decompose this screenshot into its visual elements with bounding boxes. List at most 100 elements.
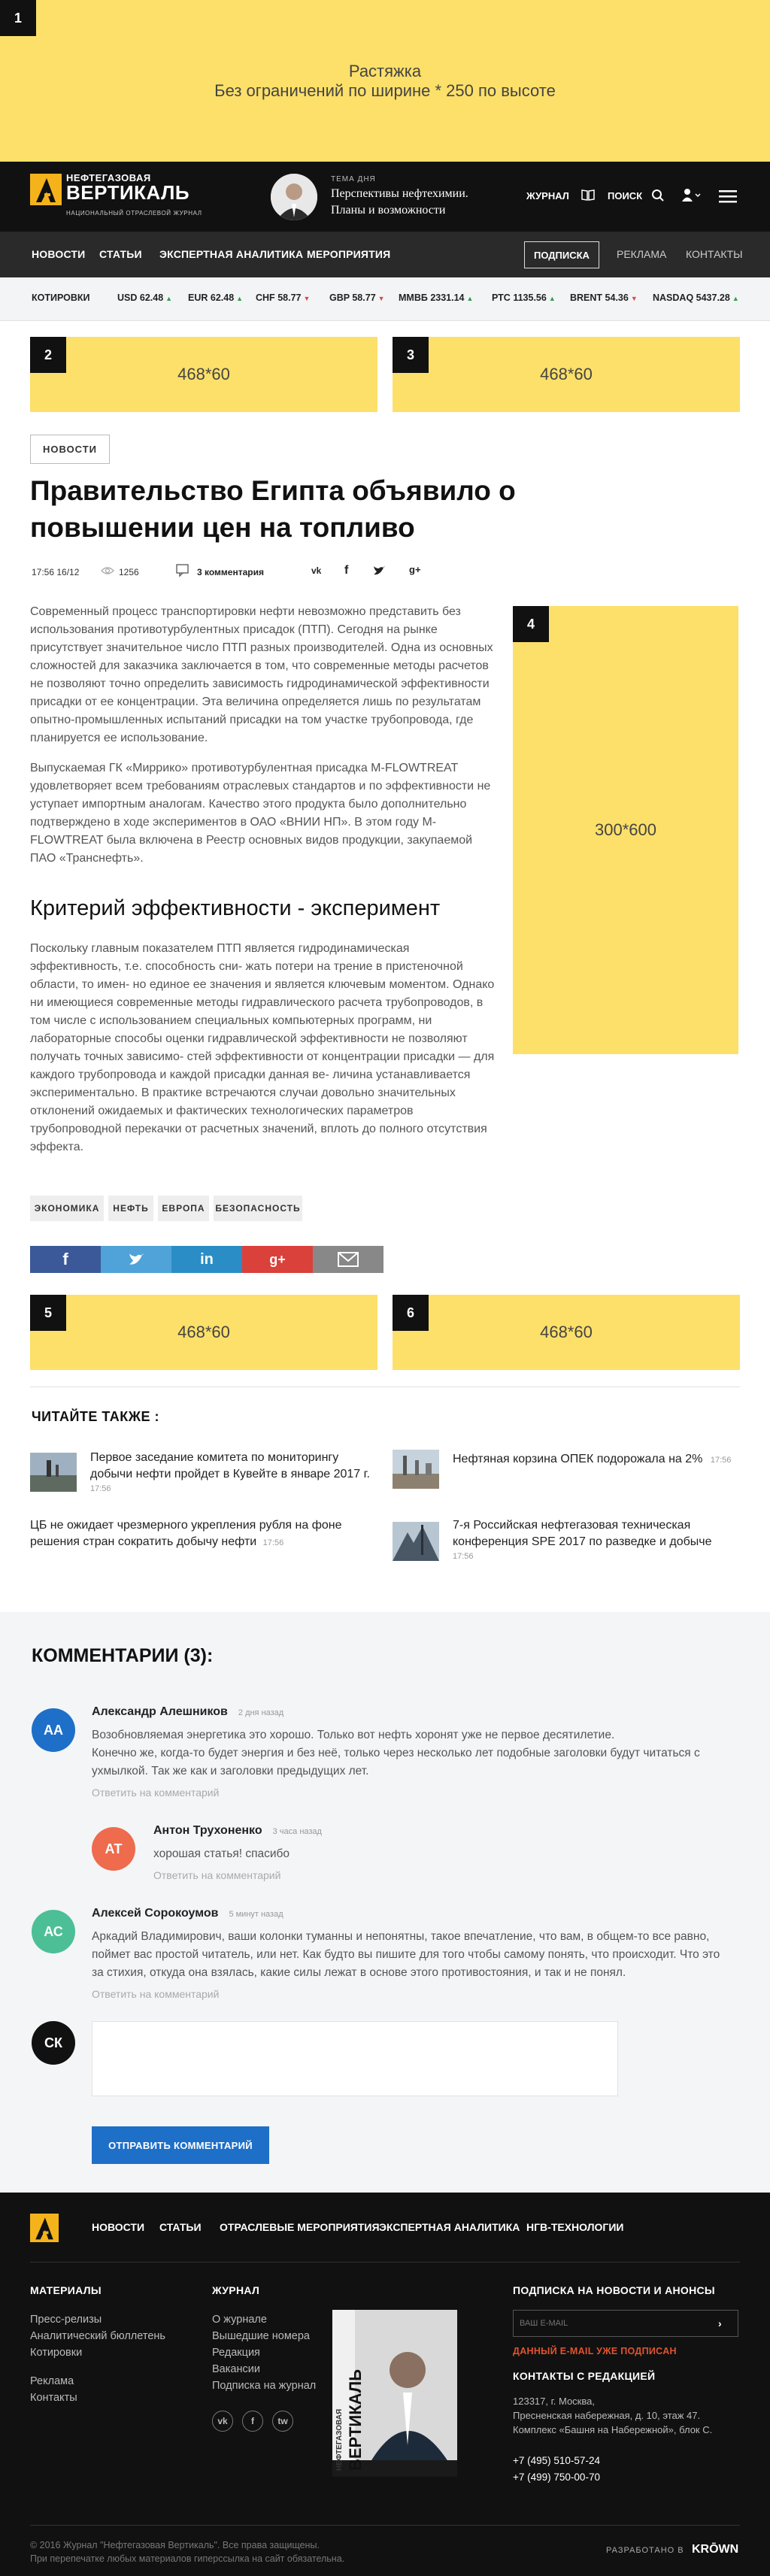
phone[interactable]: +7 (499) 750-00-70	[513, 2469, 600, 2486]
comment-author-name[interactable]: Антон Трухоненко	[153, 1824, 262, 1837]
quote-item[interactable]: GBP 58.77 ▼	[329, 292, 385, 303]
avatar[interactable]: АА	[32, 1708, 75, 1752]
related-title[interactable]: 7-я Российская нефтегазовая техническая …	[453, 1517, 740, 1550]
reply-link[interactable]: Ответить на комментарий	[92, 1988, 219, 2000]
reply-link[interactable]: Ответить на комментарий	[92, 1787, 219, 1799]
ad-banner-2[interactable]: 2 468*60	[30, 337, 377, 412]
comments-link[interactable]: 3 комментария	[197, 567, 264, 577]
keyword-tag[interactable]: БЕЗОПАСНОСТЬ	[214, 1196, 302, 1221]
theme-avatar[interactable]	[271, 174, 317, 220]
footer-nav-articles[interactable]: СТАТЬИ	[159, 2221, 202, 2233]
nav-news[interactable]: НОВОСТИ	[32, 248, 85, 260]
vk-icon[interactable]: vk	[311, 565, 321, 576]
avatar[interactable]: АТ	[92, 1827, 135, 1871]
related-title[interactable]: Первое заседание комитета по мониторингу…	[90, 1450, 380, 1483]
footer-link[interactable]: Вышедшие номера	[212, 2328, 310, 2344]
footer-link[interactable]: Контакты	[30, 2390, 77, 2406]
ad-banner-4[interactable]: 4 300*600	[513, 606, 738, 1054]
related-item[interactable]: 7-я Российская нефтегазовая техническая …	[453, 1517, 740, 1561]
footer-link[interactable]: Подписка на журнал	[212, 2377, 316, 2394]
comment-author[interactable]: Алексей Сорокоумов 5 минут назад	[92, 1907, 283, 1920]
nav-ads[interactable]: РЕКЛАМА	[617, 248, 666, 260]
theme-title[interactable]: Перспективы нефтехимии. Планы и возможно…	[331, 186, 496, 219]
phone[interactable]: +7 (495) 510-57-24	[513, 2453, 600, 2469]
vk-icon[interactable]: vk	[212, 2411, 233, 2432]
comment-author-name[interactable]: Алексей Сорокоумов	[92, 1907, 218, 1920]
nav-analytics[interactable]: ЭКСПЕРТНАЯ АНАЛИТИКА	[159, 248, 303, 260]
footer-link[interactable]: Пресс-релизы	[30, 2311, 102, 2328]
twitter-icon[interactable]: tw	[272, 2411, 293, 2432]
related-title[interactable]: Нефтяная корзина ОПЕК подорожала на 2%	[453, 1453, 702, 1465]
search-link[interactable]: ПОИСК	[608, 190, 642, 202]
quote-item[interactable]: EUR 62.48 ▲	[188, 292, 243, 303]
googleplus-icon[interactable]: g+	[409, 564, 421, 575]
logo-title[interactable]: ВЕРТИКАЛЬ	[66, 181, 189, 205]
arrow-right-icon[interactable]: ›	[718, 2317, 722, 2329]
ad-banner-3[interactable]: 3 468*60	[393, 337, 740, 412]
footer-link[interactable]: Вакансии	[212, 2361, 260, 2377]
quote-item[interactable]: NASDAQ 5437.28 ▲	[653, 292, 739, 303]
related-title[interactable]: ЦБ не ожидает чрезмерного укрепления руб…	[30, 1519, 342, 1548]
facebook-icon[interactable]: f	[242, 2411, 263, 2432]
email-input[interactable]	[514, 2311, 709, 2336]
comment-author[interactable]: Александр Алешников 2 дня назад	[92, 1705, 283, 1719]
twitter-icon	[129, 1253, 144, 1265]
related-thumbnail[interactable]	[393, 1522, 439, 1561]
search-icon[interactable]	[651, 189, 665, 206]
site-header: НЕФТЕГАЗОВАЯ ВЕРТИКАЛЬ НАЦИОНАЛЬНЫЙ ОТРА…	[0, 162, 770, 232]
ad-banner-6[interactable]: 6 468*60	[393, 1295, 740, 1370]
comment-author-name[interactable]: Александр Алешников	[92, 1705, 228, 1718]
quote-item[interactable]: USD 62.48 ▲	[117, 292, 172, 303]
quote-item[interactable]: BRENT 54.36 ▼	[570, 292, 638, 303]
quote-item[interactable]: РТС 1135.56 ▲	[492, 292, 556, 303]
developer-logo[interactable]: KRŌWN	[692, 2543, 738, 2556]
keyword-tag[interactable]: НЕФТЬ	[108, 1196, 153, 1221]
twitter-icon[interactable]	[373, 565, 385, 580]
ad-banner-5[interactable]: 5 468*60	[30, 1295, 377, 1370]
reply-link[interactable]: Ответить на комментарий	[153, 1869, 280, 1881]
footer-link[interactable]: О журнале	[212, 2311, 267, 2328]
footer-nav-analytics[interactable]: ЭКСПЕРТНАЯ АНАЛИТИКА	[379, 2221, 520, 2233]
footer-nav-news[interactable]: НОВОСТИ	[92, 2221, 144, 2233]
footer-link[interactable]: Аналитический бюллетень	[30, 2328, 165, 2344]
submit-comment-button[interactable]: ОТПРАВИТЬ КОММЕНТАРИЙ	[92, 2126, 269, 2164]
nav-events[interactable]: МЕРОПРИЯТИЯ	[307, 248, 390, 260]
subscribe-button[interactable]: ПОДПИСКА	[524, 241, 599, 268]
category-tag[interactable]: НОВОСТИ	[30, 435, 111, 464]
quote-item[interactable]: ММВБ 2331.14 ▲	[399, 292, 473, 303]
nav-articles[interactable]: СТАТЬИ	[99, 248, 142, 260]
related-thumbnail[interactable]	[30, 1453, 77, 1492]
top-banner-ad[interactable]: 1 Растяжка Без ограничений по ширине * 2…	[0, 0, 770, 162]
mail-share-button[interactable]	[313, 1246, 383, 1273]
keyword-tag[interactable]: ЭКОНОМИКА	[30, 1196, 104, 1221]
keyword-tag[interactable]: ЕВРОПА	[158, 1196, 209, 1221]
related-item[interactable]: Нефтяная корзина ОПЕК подорожала на 2% 1…	[453, 1451, 740, 1468]
comment-author[interactable]: Антон Трухоненко 3 часа назад	[153, 1824, 322, 1838]
comment-icon[interactable]	[176, 564, 191, 581]
footer-nav-ngv[interactable]: НГВ-ТЕХНОЛОГИИ	[526, 2221, 623, 2233]
logo-mark[interactable]	[30, 174, 62, 205]
footer-link[interactable]: Редакция	[212, 2344, 260, 2361]
menu-icon[interactable]	[719, 189, 737, 208]
facebook-share-button[interactable]: f	[30, 1246, 101, 1273]
twitter-share-button[interactable]	[101, 1246, 171, 1273]
avatar[interactable]: АС	[32, 1910, 75, 1953]
googleplus-share-button[interactable]: g+	[242, 1246, 313, 1273]
facebook-icon[interactable]: f	[344, 564, 348, 577]
comment-text: хорошая статья! спасибо	[153, 1847, 290, 1860]
footer-link[interactable]: Котировки	[30, 2344, 82, 2361]
footer-nav-events[interactable]: ОТРАСЛЕВЫЕ МЕРОПРИЯТИЯ	[220, 2221, 380, 2233]
quote-item[interactable]: CHF 58.77 ▼	[256, 292, 310, 303]
nav-contacts[interactable]: КОНТАКТЫ	[686, 248, 743, 260]
related-item[interactable]: ЦБ не ожидает чрезмерного укрепления руб…	[30, 1517, 383, 1550]
journal-link[interactable]: ЖУРНАЛ	[526, 190, 569, 202]
footer-logo[interactable]	[30, 2214, 59, 2242]
related-thumbnail[interactable]	[393, 1450, 439, 1489]
user-icon[interactable]	[681, 187, 701, 206]
comment-input[interactable]	[92, 2021, 618, 2096]
book-icon[interactable]	[581, 187, 596, 206]
related-item[interactable]: Первое заседание комитета по мониторингу…	[90, 1450, 380, 1493]
footer-link[interactable]: Реклама	[30, 2373, 74, 2390]
linkedin-share-button[interactable]: in	[171, 1246, 242, 1273]
journal-cover[interactable]: НЕФТЕГАЗОВАЯ ВЕРТИКАЛЬ	[332, 2310, 457, 2477]
